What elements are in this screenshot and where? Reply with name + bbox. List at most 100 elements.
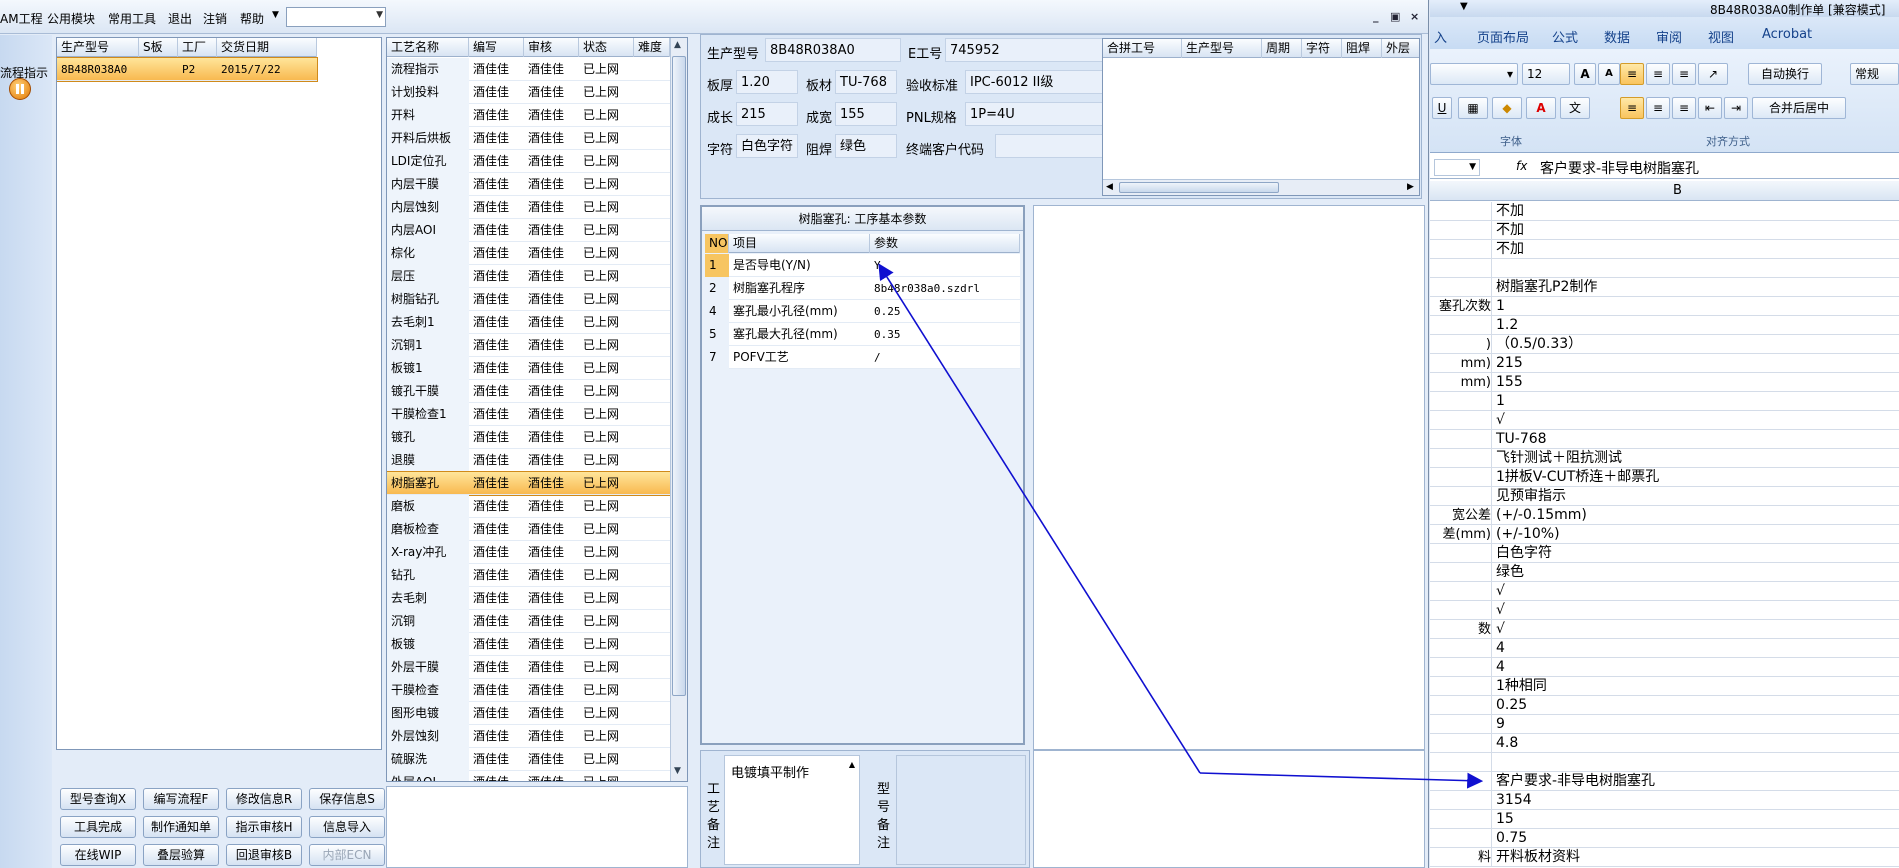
sheet-cell-b[interactable]: TU-768 <box>1494 430 1899 449</box>
table-row[interactable]: 沉铜 酒佳佳 酒佳佳 已上网 <box>387 610 670 633</box>
table-row[interactable]: 开料后烘板 酒佳佳 酒佳佳 已上网 <box>387 127 670 150</box>
col-header-model[interactable]: 生产型号 <box>1182 39 1262 58</box>
font-name-dropdown[interactable]: ▾ <box>1430 63 1518 85</box>
model-remark-text-area[interactable] <box>896 755 1026 865</box>
sheet-cell-a[interactable]: 数 <box>1430 620 1492 639</box>
minimize-button[interactable]: _ <box>1373 10 1379 23</box>
sheet-cell-b[interactable]: 客户要求-非导电树脂塞孔 <box>1494 772 1899 791</box>
increase-indent-icon[interactable]: ⇥ <box>1724 97 1748 119</box>
col-header-s-board[interactable]: S板 <box>139 38 178 57</box>
restore-button[interactable]: ▣ <box>1390 10 1400 23</box>
underline-icon[interactable]: U <box>1432 97 1452 119</box>
sheet-cell-b[interactable]: 4.8 <box>1494 734 1899 753</box>
col-header-reviewer[interactable]: 审核 <box>524 38 579 57</box>
table-row[interactable]: 5 塞孔最大孔径(mm) 0.35 <box>705 323 1020 346</box>
tab-insert[interactable]: 入 <box>1434 27 1447 46</box>
write-flow-button[interactable]: 编写流程F <box>143 788 219 810</box>
sheet-cell-a[interactable] <box>1430 791 1492 810</box>
sheet-cell-b[interactable]: 9 <box>1494 715 1899 734</box>
sheet-cell-a[interactable] <box>1430 316 1492 335</box>
sheet-cell-b[interactable]: 155 <box>1494 373 1899 392</box>
customer-code-value[interactable] <box>995 134 1115 158</box>
sheet-cell-a[interactable]: ) <box>1430 335 1492 354</box>
table-row[interactable]: 流程指示 酒佳佳 酒佳佳 已上网 <box>387 58 670 81</box>
table-row[interactable]: 退膜 酒佳佳 酒佳佳 已上网 <box>387 449 670 472</box>
table-row[interactable]: 1 是否导电(Y/N) Y <box>705 254 1020 277</box>
sheet-cell-b[interactable]: 215 <box>1494 354 1899 373</box>
phonetic-icon[interactable]: 文 <box>1560 97 1590 119</box>
wrap-text-button[interactable]: 自动换行 <box>1748 63 1822 85</box>
thickness-value[interactable]: 1.20 <box>736 70 798 94</box>
menu-common-tools[interactable]: 常用工具 <box>108 10 156 27</box>
menu-help[interactable]: 帮助 <box>240 10 264 27</box>
modify-info-button[interactable]: 修改信息R <box>226 788 302 810</box>
sheet-cell-a[interactable] <box>1430 487 1492 506</box>
instruction-review-button[interactable]: 指示审核H <box>226 816 302 838</box>
table-row[interactable]: 钻孔 酒佳佳 酒佳佳 已上网 <box>387 564 670 587</box>
table-row[interactable]: 镀孔干膜 酒佳佳 酒佳佳 已上网 <box>387 380 670 403</box>
sheet-cell-a[interactable] <box>1430 601 1492 620</box>
align-bottom-icon[interactable]: ≡ <box>1672 63 1696 85</box>
orientation-icon[interactable]: ↗ <box>1698 63 1728 85</box>
col-header-character[interactable]: 字符 <box>1302 39 1342 58</box>
align-middle-icon[interactable]: ≡ <box>1646 63 1670 85</box>
col-header-factory[interactable]: 工厂 <box>178 38 217 57</box>
sheet-cell-b[interactable] <box>1494 753 1899 772</box>
align-left-icon[interactable]: ≡ <box>1620 97 1644 119</box>
sheet-cell-a[interactable] <box>1430 411 1492 430</box>
increase-font-icon[interactable]: A <box>1574 63 1596 85</box>
nav-flow-indicator-label[interactable]: 流程指示 <box>0 64 48 81</box>
sheet-cell-b[interactable]: 4 <box>1494 658 1899 677</box>
table-row[interactable]: 内层蚀刻 酒佳佳 酒佳佳 已上网 <box>387 196 670 219</box>
table-row[interactable]: 外层AOI 酒佳佳 酒佳佳 已上网 <box>387 771 670 781</box>
sheet-cell-b[interactable]: 绿色 <box>1494 563 1899 582</box>
tab-page-layout[interactable]: 页面布局 <box>1477 27 1529 46</box>
col-header-mask[interactable]: 阻焊 <box>1342 39 1382 58</box>
align-top-icon[interactable]: ≡ <box>1620 63 1644 85</box>
formula-input[interactable]: 客户要求-非导电树脂塞孔 <box>1540 158 1699 178</box>
sheet-cell-a[interactable] <box>1430 582 1492 601</box>
table-row[interactable]: 8B48R038A0 P2 2015/7/22 <box>57 57 318 82</box>
sheet-cell-b[interactable]: (+/-10%) <box>1494 525 1899 544</box>
col-header-param[interactable]: 参数 <box>870 234 1020 253</box>
sheet-cell-a[interactable] <box>1430 639 1492 658</box>
table-row[interactable]: 计划投料 酒佳佳 酒佳佳 已上网 <box>387 81 670 104</box>
sheet-cell-b[interactable]: (+/-0.15mm) <box>1494 506 1899 525</box>
sheet-cell-a[interactable] <box>1430 278 1492 297</box>
info-import-button[interactable]: 信息导入 <box>309 816 385 838</box>
table-row[interactable]: 开料 酒佳佳 酒佳佳 已上网 <box>387 104 670 127</box>
font-size-dropdown[interactable]: 12 <box>1522 63 1570 85</box>
tab-review[interactable]: 审阅 <box>1656 27 1682 46</box>
length-value[interactable]: 215 <box>736 102 798 126</box>
sheet-cell-a[interactable]: 料 <box>1430 848 1492 867</box>
quick-access-dropdown-icon[interactable]: ▼ <box>1460 1 1468 12</box>
decrease-font-icon[interactable]: A <box>1598 63 1620 85</box>
col-header-item[interactable]: 项目 <box>729 234 870 253</box>
sheet-cell-a[interactable] <box>1430 259 1492 278</box>
sheet-cell-b[interactable]: √ <box>1494 411 1899 430</box>
tab-acrobat[interactable]: Acrobat <box>1762 27 1812 42</box>
fx-icon[interactable]: fx <box>1516 159 1527 173</box>
font-color-icon[interactable]: A <box>1526 97 1556 119</box>
table-row[interactable]: 沉铜1 酒佳佳 酒佳佳 已上网 <box>387 334 670 357</box>
model-value[interactable]: 8B48R038A0 <box>765 38 901 62</box>
sheet-cell-a[interactable] <box>1430 392 1492 411</box>
table-row[interactable]: 磨板检查 酒佳佳 酒佳佳 已上网 <box>387 518 670 541</box>
make-notice-button[interactable]: 制作通知单 <box>143 816 219 838</box>
sheet-cell-b[interactable]: √ <box>1494 620 1899 639</box>
scroll-up-icon[interactable]: ▲ <box>849 760 855 769</box>
scroll-right-icon[interactable]: ▶ <box>1407 182 1414 192</box>
solder-mask-value[interactable]: 绿色 <box>835 134 897 158</box>
tab-formulas[interactable]: 公式 <box>1552 27 1578 46</box>
sheet-cell-a[interactable]: mm) <box>1430 373 1492 392</box>
merge-center-button[interactable]: 合并后居中 <box>1752 97 1846 119</box>
col-header-no[interactable]: NO <box>705 234 729 253</box>
merge-grid-hscrollbar[interactable]: ◀ ▶ <box>1103 179 1419 195</box>
sheet-cell-a[interactable]: 宽公差 <box>1430 506 1492 525</box>
sheet-cell-b[interactable]: 1种相同 <box>1494 677 1899 696</box>
rollback-review-button[interactable]: 回退审核B <box>226 844 302 866</box>
tab-view[interactable]: 视图 <box>1708 27 1734 46</box>
sheet-cell-a[interactable]: 差(mm) <box>1430 525 1492 544</box>
tool-complete-button[interactable]: 工具完成 <box>60 816 136 838</box>
sheet-cell-a[interactable] <box>1430 734 1492 753</box>
